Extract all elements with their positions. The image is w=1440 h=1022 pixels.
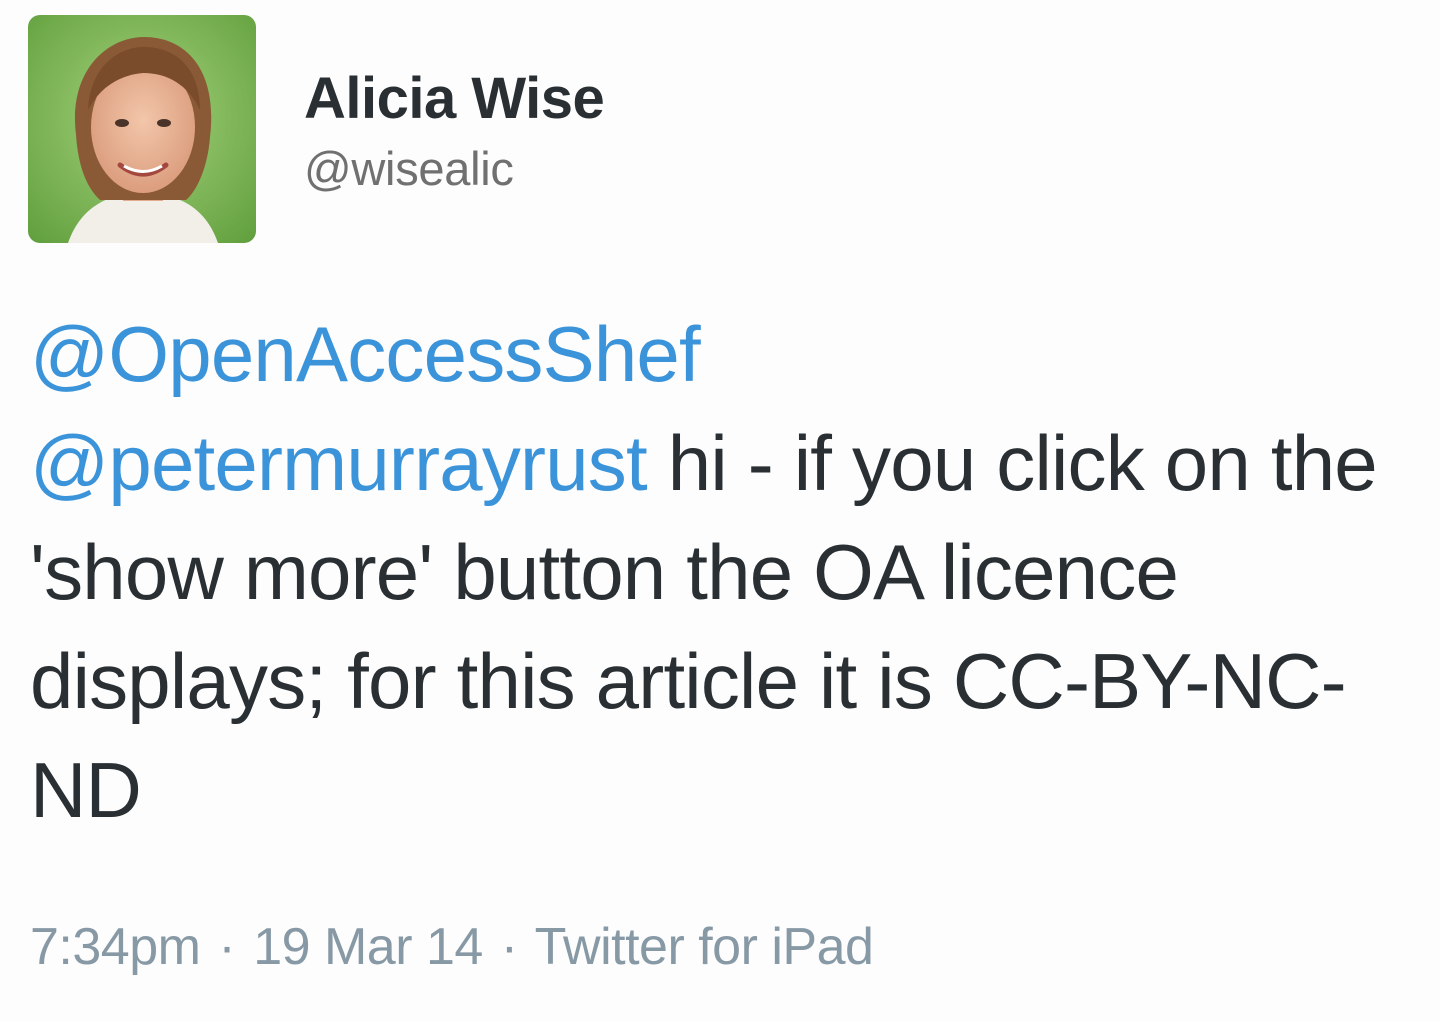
tweet-date: 19 Mar 14	[253, 918, 483, 976]
author-name[interactable]: Alicia Wise	[304, 60, 1104, 138]
tweet-card: Alicia Wise @wisealic @OpenAccessShef @pe…	[0, 0, 1440, 1022]
meta-separator: ·	[500, 918, 518, 976]
author-avatar[interactable]	[28, 15, 256, 243]
meta-separator: ·	[218, 918, 236, 976]
tweet-source-link[interactable]: Twitter for iPad	[535, 918, 874, 976]
tweet-meta: 7:34pm · 19 Mar 14 · Twitter for iPad	[30, 912, 874, 982]
author-block[interactable]: Alicia Wise @wisealic	[304, 60, 1104, 200]
tweet-text: @OpenAccessShef @petermurrayrust hi - if …	[30, 300, 1425, 845]
avatar-photo-icon	[28, 15, 256, 243]
mention-petermurrayrust-link[interactable]: @petermurrayrust	[30, 419, 648, 507]
author-handle[interactable]: @wisealic	[304, 138, 1104, 200]
timestamp-link[interactable]: 7:34pm	[30, 918, 201, 976]
mention-openaccessshef-link[interactable]: @OpenAccessShef	[30, 310, 701, 398]
